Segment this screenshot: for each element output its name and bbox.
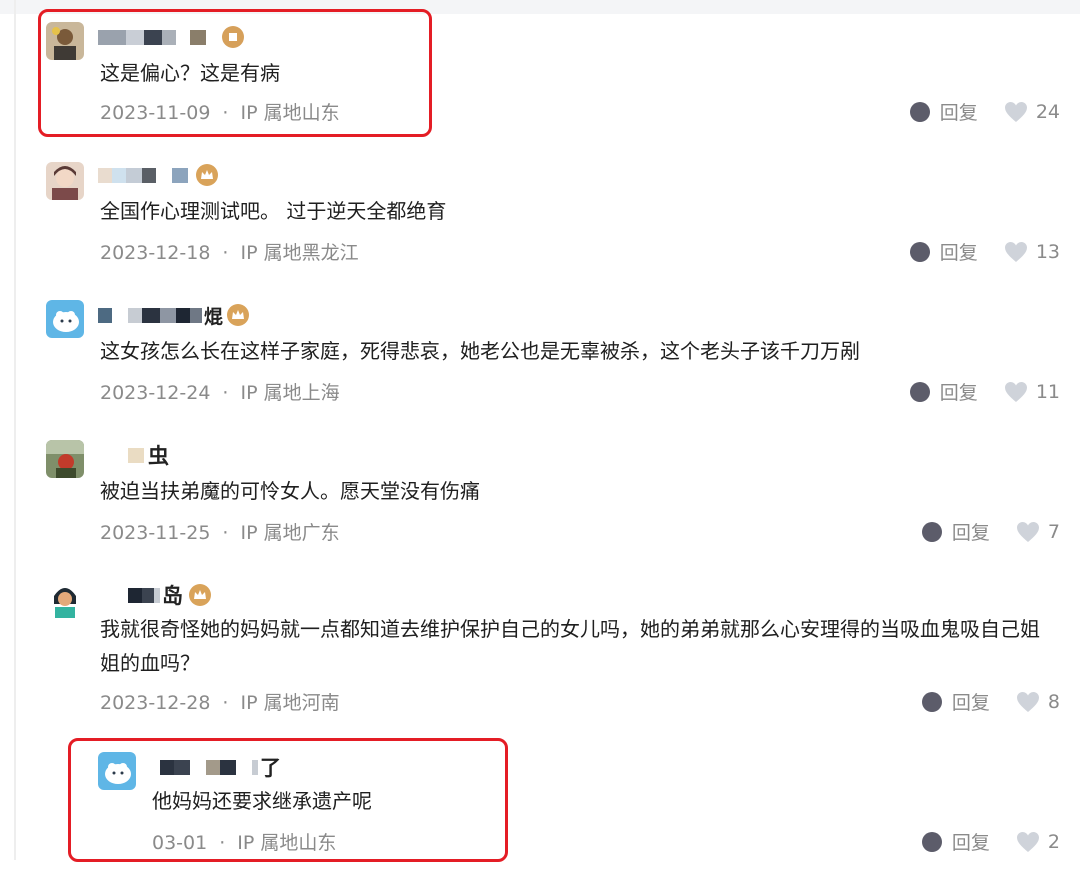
username-row[interactable]: 岛	[128, 582, 211, 608]
comment-item: 虫 被迫当扶弟魔的可怜女人。愿天堂没有伤痛 2023-11-25 · IP 属地广东…	[0, 434, 1080, 564]
comment-meta: 2023-11-25 · IP 属地广东	[100, 518, 340, 545]
comment-actions: 回复 13	[909, 238, 1060, 265]
like-button[interactable]: 11	[1004, 381, 1060, 403]
reply-button[interactable]: 回复	[921, 828, 990, 855]
comment-bubble-icon	[921, 831, 942, 852]
like-button[interactable]: 13	[1004, 241, 1060, 263]
reply-label: 回复	[951, 832, 990, 854]
heart-icon	[1016, 691, 1039, 712]
comment-meta: 2023-12-24 · IP 属地上海	[100, 378, 340, 405]
comment-text: 我就很奇怪她的妈妈就一点都知道去维护保护自己的女儿吗，她的弟弟就那么心安理得的当…	[100, 617, 1040, 675]
avatar[interactable]	[46, 440, 84, 478]
comment-actions: 回复 7	[921, 518, 1060, 545]
comment-actions: 回复 24	[909, 98, 1060, 125]
separator: ·	[222, 692, 229, 714]
avatar[interactable]	[46, 300, 84, 338]
like-button[interactable]: 2	[1016, 831, 1060, 853]
like-button[interactable]: 8	[1016, 691, 1060, 713]
comment-actions: 回复 11	[909, 378, 1060, 405]
comment-item: 岛 我就很奇怪她的妈妈就一点都知道去维护保护自己的女儿吗，她的弟弟就那么心安理得…	[0, 574, 1080, 734]
comment-item: 焜 这女孩怎么长在这样子家庭，死得悲哀，她老公也是无辜被杀，这个老头子该千刀万剐…	[0, 294, 1080, 424]
like-count: 13	[1035, 240, 1060, 263]
comment-text: 全国作心理测试吧。 过于逆天全都绝育	[100, 199, 447, 223]
heart-icon	[1004, 381, 1027, 402]
heart-icon	[1004, 241, 1027, 262]
comment-date: 2023-12-24	[100, 382, 211, 404]
reply-button[interactable]: 回复	[909, 238, 978, 265]
comment-location: IP 属地广东	[240, 522, 340, 544]
heart-icon	[1016, 521, 1039, 542]
like-button[interactable]: 7	[1016, 521, 1060, 543]
comment-actions: 回复 8	[921, 688, 1060, 715]
reply-actions: 回复 2	[921, 828, 1060, 855]
comment-bubble-icon	[909, 381, 930, 402]
comment-bubble-icon	[921, 691, 942, 712]
comment-bubble-icon	[909, 101, 930, 122]
like-count: 7	[1047, 520, 1060, 543]
like-count: 2	[1047, 830, 1060, 853]
username: 岛	[162, 584, 183, 608]
heart-icon	[1004, 101, 1027, 122]
avatar[interactable]	[46, 162, 84, 200]
comment-location: IP 属地上海	[240, 382, 340, 404]
comment-text: 这女孩怎么长在这样子家庭，死得悲哀，她老公也是无辜被杀，这个老头子该千刀万剐	[100, 339, 860, 363]
level-badge-icon	[189, 584, 211, 606]
reply-button[interactable]: 回复	[921, 518, 990, 545]
separator: ·	[222, 382, 229, 404]
reply-button[interactable]: 回复	[909, 378, 978, 405]
comment-bubble-icon	[921, 521, 942, 542]
comment-meta: 2023-12-28 · IP 属地河南	[100, 688, 340, 715]
comment-location: IP 属地河南	[240, 692, 340, 714]
username-row[interactable]: 虫	[128, 442, 169, 468]
comment-item: 全国作心理测试吧。 过于逆天全都绝育 2023-12-18 · IP 属地黑龙江 回…	[0, 154, 1080, 284]
avatar[interactable]	[46, 580, 84, 618]
username-row[interactable]	[98, 162, 218, 188]
level-badge-icon	[227, 304, 250, 326]
username: 虫	[148, 444, 169, 468]
reply-label: 回复	[939, 102, 978, 124]
comment-location: IP 属地黑龙江	[240, 242, 359, 264]
comment-date: 2023-11-25	[100, 522, 211, 544]
highlight-box	[68, 738, 508, 862]
like-count: 24	[1035, 100, 1060, 123]
heart-icon	[1016, 831, 1039, 852]
reply-button[interactable]: 回复	[909, 98, 978, 125]
reply-label: 回复	[939, 242, 978, 264]
reply-button[interactable]: 回复	[921, 688, 990, 715]
comment-bubble-icon	[909, 241, 930, 262]
comment-date: 2023-12-18	[100, 242, 211, 264]
reply-label: 回复	[951, 692, 990, 714]
level-badge-icon	[196, 164, 218, 186]
separator: ·	[222, 522, 229, 544]
reply-label: 回复	[939, 382, 978, 404]
username-row[interactable]: 焜	[98, 302, 250, 328]
separator: ·	[222, 242, 229, 264]
like-count: 8	[1047, 690, 1060, 713]
comment-text: 被迫当扶弟魔的可怜女人。愿天堂没有伤痛	[100, 479, 480, 503]
username: 焜	[204, 305, 224, 328]
comment-meta: 2023-12-18 · IP 属地黑龙江	[100, 238, 359, 265]
highlight-box	[38, 9, 432, 137]
like-count: 11	[1035, 380, 1060, 403]
comment-date: 2023-12-28	[100, 692, 211, 714]
reply-label: 回复	[951, 522, 990, 544]
like-button[interactable]: 24	[1004, 101, 1060, 123]
